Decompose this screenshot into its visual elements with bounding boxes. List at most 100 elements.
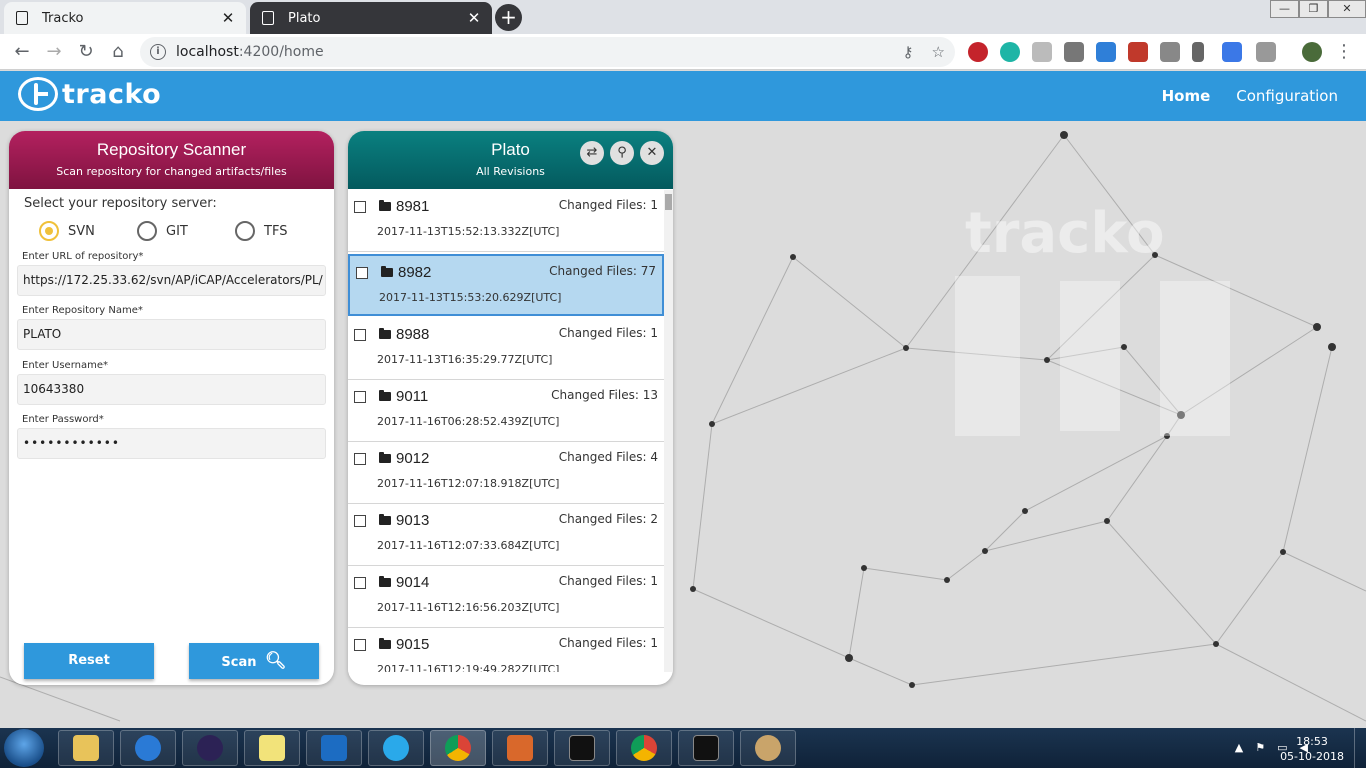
revision-row[interactable]: 9012 Changed Files: 4 2017-11-16T12:07:1… [348, 442, 664, 504]
nav-configuration[interactable]: Configuration [1236, 87, 1338, 105]
taskbar-eclipse[interactable] [182, 730, 238, 766]
revision-row[interactable]: 9014 Changed Files: 1 2017-11-16T12:16:5… [348, 566, 664, 628]
flag-icon[interactable]: ⚑ [1255, 741, 1265, 754]
radio-tfs[interactable]: TFS [235, 221, 333, 241]
radio-button[interactable] [137, 221, 157, 241]
close-icon[interactable]: ✕ [640, 141, 664, 165]
radio-button[interactable] [39, 221, 59, 241]
bookmark-icon[interactable] [1192, 42, 1204, 62]
repository-name-field[interactable]: PLATO [17, 319, 326, 350]
tracko-logo[interactable]: tracko [18, 77, 161, 111]
taskbar-outlook[interactable] [306, 730, 362, 766]
revision-checkbox[interactable] [354, 577, 366, 589]
username-field[interactable]: 10643380 [17, 374, 326, 405]
taskbar-skype[interactable] [368, 730, 424, 766]
key-icon[interactable]: ⚷ [903, 43, 914, 61]
extension-icon[interactable] [1032, 42, 1052, 62]
revision-row-selected[interactable]: 8982 Changed Files: 77 2017-11-13T15:53:… [348, 254, 664, 316]
close-tab-icon[interactable]: ✕ [220, 9, 236, 27]
reload-icon[interactable]: ↻ [74, 40, 98, 64]
tab-plato[interactable]: Plato ✕ [250, 2, 492, 34]
taskbar-chrome-2[interactable] [616, 730, 672, 766]
address-path: :4200/home [238, 44, 324, 60]
forward-icon[interactable]: → [42, 40, 66, 64]
skype-icon [383, 735, 409, 761]
taskbar-ie[interactable] [120, 730, 176, 766]
revision-checkbox[interactable] [354, 453, 366, 465]
revision-date: 2017-11-16T12:19:49.282Z[UTC] [377, 663, 560, 672]
code-editor-icon [507, 735, 533, 761]
scan-button[interactable]: Scan 🔍︎ [189, 643, 319, 679]
tab-tracko[interactable]: Tracko ✕ [4, 2, 246, 34]
home-icon[interactable]: ⌂ [106, 40, 130, 64]
revision-checkbox[interactable] [354, 329, 366, 341]
clock-date: 05-10-2018 [1280, 750, 1344, 763]
reset-button[interactable]: Reset [24, 643, 154, 679]
taskbar-paint[interactable] [740, 730, 796, 766]
taskbar-vscode[interactable] [492, 730, 548, 766]
repository-url-field[interactable]: https://172.25.33.62/svn/AP/iCAP/Acceler… [17, 265, 326, 296]
collapse-icon[interactable]: ⇄ [580, 141, 604, 165]
revision-checkbox[interactable] [354, 515, 366, 527]
search-icon[interactable]: ⚲ [610, 141, 634, 165]
scrollbar-thumb[interactable] [665, 194, 672, 210]
address-host: localhost [176, 44, 239, 60]
start-button[interactable] [4, 729, 44, 767]
revision-scrollbar[interactable] [664, 190, 673, 672]
browser-tabstrip: Tracko ✕ Plato ✕ + — ❐ ✕ [0, 0, 1366, 34]
close-window-button[interactable]: ✕ [1328, 0, 1366, 18]
extension-icon[interactable] [1256, 42, 1276, 62]
scan-label: Scan [221, 655, 257, 670]
extension-icon[interactable] [1064, 42, 1084, 62]
changed-files: Changed Files: 1 [558, 326, 658, 340]
folder-icon [379, 328, 391, 339]
nav-home[interactable]: Home [1162, 87, 1211, 105]
new-tab-button[interactable]: + [495, 4, 522, 31]
search-icon: 🔍︎ [265, 651, 287, 671]
revision-checkbox[interactable] [354, 391, 366, 403]
extension-icon[interactable] [1160, 42, 1180, 62]
radio-git[interactable]: GIT [137, 221, 235, 241]
radio-button[interactable] [235, 221, 255, 241]
extension-m-icon[interactable] [1000, 42, 1020, 62]
taskbar-cmd[interactable] [554, 730, 610, 766]
minimize-button[interactable]: — [1270, 0, 1299, 18]
back-icon[interactable]: ← [10, 40, 34, 64]
taskbar-chrome[interactable] [430, 730, 486, 766]
taskbar-cmd-2[interactable] [678, 730, 734, 766]
show-desktop-button[interactable] [1354, 728, 1366, 768]
windows-taskbar: ▲ ⚑ ▭ ◀ 18:53 05-10-2018 [0, 728, 1366, 768]
translate-icon[interactable] [1222, 42, 1242, 62]
folder-icon [381, 266, 393, 277]
revision-row[interactable]: 8988 Changed Files: 1 2017-11-13T16:35:2… [348, 318, 664, 380]
extension-new-icon[interactable] [1096, 42, 1116, 62]
info-icon[interactable]: i [150, 44, 166, 60]
revision-row[interactable]: 8981 Changed Files: 1 2017-11-13T15:52:1… [348, 190, 664, 252]
address-bar[interactable]: i localhost :4200/home ⚷ ☆ [140, 37, 955, 67]
restore-button[interactable]: ❐ [1299, 0, 1328, 18]
revision-checkbox[interactable] [356, 267, 368, 279]
revision-row[interactable]: 9013 Changed Files: 2 2017-11-16T12:07:3… [348, 504, 664, 566]
page-icon [16, 11, 28, 25]
tab-title: Tracko [42, 10, 84, 26]
close-tab-icon[interactable]: ✕ [466, 9, 482, 27]
taskbar-explorer[interactable] [58, 730, 114, 766]
revision-row[interactable]: 9015 Changed Files: 1 2017-11-16T12:19:4… [348, 628, 664, 672]
radio-svn[interactable]: SVN [39, 221, 137, 241]
tray-expand-icon[interactable]: ▲ [1235, 741, 1243, 754]
adblock-icon[interactable] [968, 42, 988, 62]
page-icon [262, 11, 274, 25]
extension-icon[interactable] [1128, 42, 1148, 62]
taskbar-sticky-notes[interactable] [244, 730, 300, 766]
revision-checkbox[interactable] [354, 201, 366, 213]
clock[interactable]: 18:53 05-10-2018 [1280, 734, 1344, 764]
clock-time: 18:53 [1296, 735, 1328, 748]
revision-row[interactable]: 9011 Changed Files: 13 2017-11-16T06:28:… [348, 380, 664, 442]
menu-icon[interactable]: ⋮ [1332, 40, 1356, 64]
revision-date: 2017-11-16T06:28:52.439Z[UTC] [377, 415, 560, 428]
profile-avatar[interactable] [1302, 42, 1322, 62]
revision-date: 2017-11-16T12:16:56.203Z[UTC] [377, 601, 560, 614]
revision-checkbox[interactable] [354, 639, 366, 651]
password-field[interactable]: •••••••••••• [17, 428, 326, 459]
bookmark-star-icon[interactable]: ☆ [932, 43, 945, 61]
